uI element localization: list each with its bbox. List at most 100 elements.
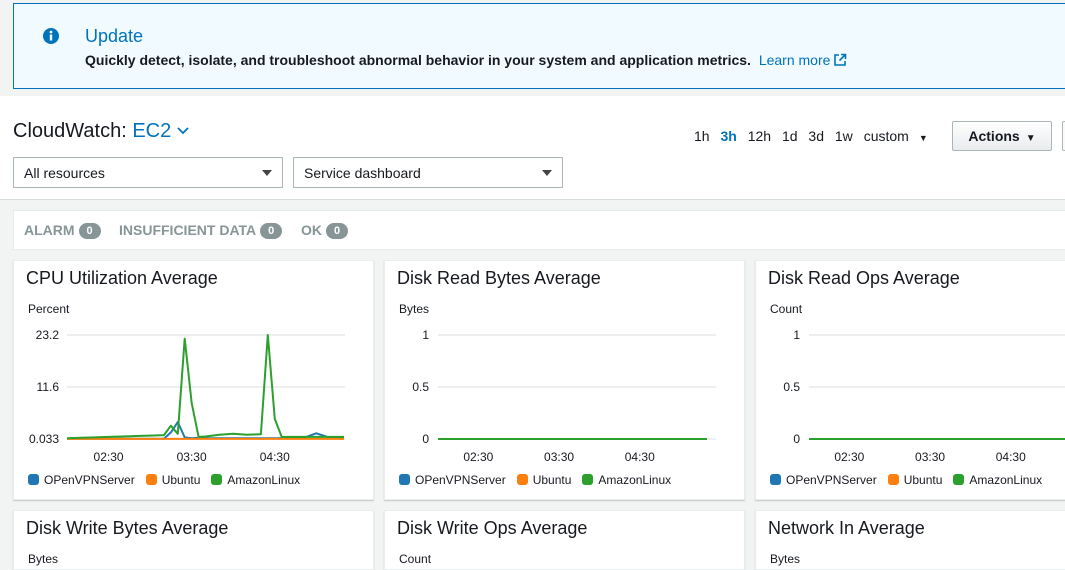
x-tick-label: 03:30 bbox=[915, 450, 945, 464]
legend-swatch bbox=[582, 474, 594, 485]
x-tick-label: 02:30 bbox=[463, 450, 493, 464]
service-selector[interactable]: EC2 bbox=[132, 120, 189, 142]
y-tick-label: 11.6 bbox=[37, 380, 60, 394]
title-prefix: CloudWatch: bbox=[13, 120, 127, 142]
chevron-down-icon bbox=[177, 127, 189, 135]
x-tick-label: 02:30 bbox=[94, 450, 124, 464]
legend-label: Ubuntu bbox=[161, 473, 201, 487]
chart-plot: 23.2 11.6 0.033 02:30 03:30 04:30 bbox=[29, 328, 345, 464]
legend-label: Ubuntu bbox=[903, 473, 943, 487]
legend-swatch bbox=[953, 474, 965, 485]
y-axis-label: Bytes bbox=[770, 552, 801, 566]
x-tick-label: 04:30 bbox=[625, 450, 655, 464]
resources-select[interactable]: All resources bbox=[13, 157, 283, 188]
y-tick-label: 1 bbox=[422, 328, 429, 342]
status-ok-count: 0 bbox=[326, 223, 348, 239]
time-range-selector: 1h 3h 12h 1d 3d 1w custom ▼ bbox=[694, 128, 942, 144]
y-tick-label: 0.5 bbox=[412, 380, 429, 394]
legend-item[interactable]: OPenVPNServer bbox=[399, 473, 506, 487]
dashboard-header: CloudWatch: EC2 1h 3h 12h 1d 3d 1w custo… bbox=[0, 96, 1065, 200]
dashboard-select[interactable]: Service dashboard bbox=[293, 157, 563, 188]
chart-card-network-in: Network In Average Bytes bbox=[755, 510, 1065, 570]
status-ok-label: OK bbox=[301, 222, 322, 238]
caret-down-icon: ▼ bbox=[1025, 133, 1036, 144]
legend-label: OPenVPNServer bbox=[786, 473, 877, 487]
chart-card-disk-read-ops: Disk Read Ops Average Count 1 0.5 0 02:30 03… bbox=[755, 260, 1065, 500]
range-3h[interactable]: 3h bbox=[720, 128, 736, 144]
alarm-status-bar: ALARM 0 INSUFFICIENT DATA 0 OK 0 bbox=[13, 210, 1065, 250]
learn-more-label: Learn more bbox=[758, 52, 831, 68]
range-1w[interactable]: 1w bbox=[835, 128, 853, 144]
legend-item[interactable]: AmazonLinux bbox=[582, 473, 671, 487]
dropdown-arrow-icon bbox=[542, 170, 552, 176]
chart-legend: OPenVPNServer Ubuntu AmazonLinux bbox=[399, 473, 682, 487]
x-tick-label: 03:30 bbox=[177, 450, 207, 464]
external-link-icon bbox=[834, 53, 847, 66]
y-tick-label: 23.2 bbox=[36, 328, 60, 342]
status-insufficient-count: 0 bbox=[260, 223, 283, 239]
legend-swatch bbox=[211, 474, 223, 485]
y-axis-label: Bytes bbox=[28, 552, 59, 566]
legend-swatch bbox=[28, 474, 39, 485]
legend-swatch bbox=[770, 474, 781, 485]
status-alarm[interactable]: ALARM 0 bbox=[24, 222, 101, 239]
legend-swatch bbox=[887, 474, 899, 485]
chart-title: Disk Write Bytes Average bbox=[26, 518, 229, 538]
legend-item[interactable]: OPenVPNServer bbox=[770, 473, 877, 487]
legend-item[interactable]: Ubuntu bbox=[145, 473, 201, 487]
range-custom-label: custom bbox=[863, 128, 909, 144]
dashboard-select-value: Service dashboard bbox=[304, 165, 421, 181]
service-name: EC2 bbox=[132, 120, 172, 142]
y-tick-label: 0.033 bbox=[29, 432, 59, 446]
range-1h[interactable]: 1h bbox=[694, 128, 710, 144]
learn-more-link[interactable]: Learn more bbox=[759, 52, 848, 68]
y-axis-label: Count bbox=[399, 552, 432, 566]
range-custom[interactable]: custom ▼ bbox=[864, 128, 935, 144]
banner-text: Quickly detect, isolate, and troubleshoo… bbox=[85, 52, 751, 68]
chart-plot: 1 0.5 0 02:30 03:30 04:30 bbox=[783, 328, 1065, 464]
range-1d[interactable]: 1d bbox=[782, 128, 798, 144]
resources-select-value: All resources bbox=[24, 165, 105, 181]
legend-label: AmazonLinux bbox=[969, 473, 1043, 487]
page-title: CloudWatch: EC2 bbox=[13, 120, 189, 143]
y-tick-label: 1 bbox=[793, 328, 800, 342]
legend-label: OPenVPNServer bbox=[415, 473, 506, 487]
chart-title: Network In Average bbox=[768, 518, 925, 538]
legend-item[interactable]: Ubuntu bbox=[887, 473, 943, 487]
legend-label: AmazonLinux bbox=[598, 473, 672, 487]
chart-legend: OPenVPNServer Ubuntu AmazonLinux bbox=[770, 473, 1053, 487]
status-ok[interactable]: OK 0 bbox=[301, 222, 348, 239]
actions-button[interactable]: Actions ▼ bbox=[952, 121, 1052, 151]
y-tick-label: 0.5 bbox=[783, 380, 800, 394]
status-alarm-label: ALARM bbox=[24, 222, 75, 238]
chart-card-disk-write-ops: Disk Write Ops Average Count bbox=[384, 510, 745, 570]
x-tick-label: 02:30 bbox=[834, 450, 864, 464]
status-insufficient-label: INSUFFICIENT DATA bbox=[119, 222, 257, 238]
caret-down-icon: ▼ bbox=[918, 133, 928, 143]
range-3d[interactable]: 3d bbox=[808, 128, 824, 144]
chart-title: Disk Write Ops Average bbox=[397, 518, 588, 538]
legend-item[interactable]: AmazonLinux bbox=[953, 473, 1042, 487]
y-tick-label: 0 bbox=[422, 432, 429, 446]
chart-plot: 1 0.5 0 02:30 03:30 04:30 bbox=[412, 328, 716, 464]
chart-legend: OPenVPNServer Ubuntu AmazonLinux bbox=[28, 473, 311, 487]
banner-message: Quickly detect, isolate, and troubleshoo… bbox=[85, 52, 847, 68]
chart-card-cpu: CPU Utilization Average Percent 23.2 11.6… bbox=[13, 260, 374, 500]
dropdown-arrow-icon bbox=[262, 170, 272, 176]
legend-label: AmazonLinux bbox=[227, 473, 301, 487]
legend-item[interactable]: AmazonLinux bbox=[211, 473, 300, 487]
legend-swatch bbox=[516, 474, 528, 485]
banner-title: Update bbox=[85, 26, 144, 46]
legend-item[interactable]: Ubuntu bbox=[516, 473, 572, 487]
chart-card-disk-read-bytes: Disk Read Bytes Average Bytes 1 0.5 0 02:30… bbox=[384, 260, 745, 500]
x-tick-label: 03:30 bbox=[544, 450, 574, 464]
legend-item[interactable]: OPenVPNServer bbox=[28, 473, 135, 487]
legend-swatch bbox=[145, 474, 157, 485]
info-icon bbox=[43, 28, 59, 44]
status-insufficient-data[interactable]: INSUFFICIENT DATA 0 bbox=[119, 222, 283, 239]
y-tick-label: 0 bbox=[793, 432, 800, 446]
x-tick-label: 04:30 bbox=[996, 450, 1026, 464]
x-tick-label: 04:30 bbox=[260, 450, 290, 464]
legend-label: Ubuntu bbox=[532, 473, 572, 487]
range-12h[interactable]: 12h bbox=[748, 128, 771, 144]
